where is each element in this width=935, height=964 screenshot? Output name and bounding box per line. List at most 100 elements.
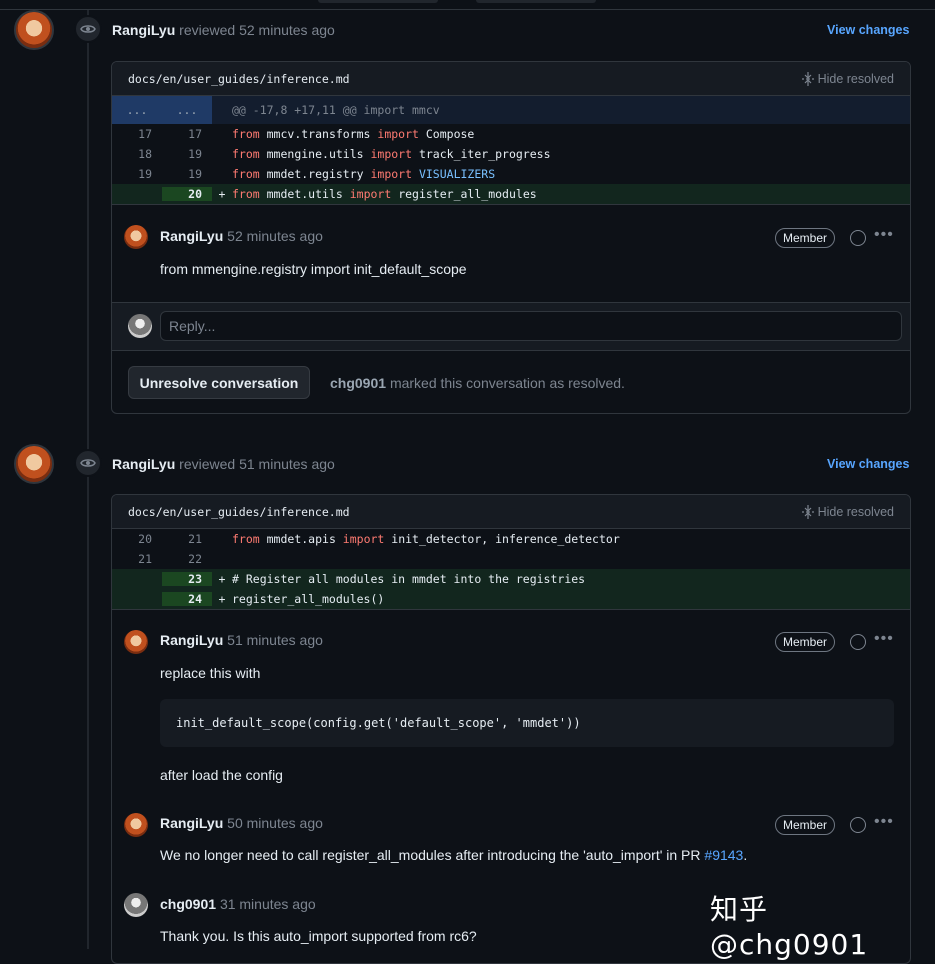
tab-fragment (476, 0, 596, 3)
resolve-row: Unresolve conversation chg0901 marked th… (112, 350, 910, 413)
comment-time[interactable]: 52 minutes ago (227, 228, 323, 244)
diff-line-added: 24 + register_all_modules() (112, 589, 910, 609)
file-path[interactable]: docs/en/user_guides/inference.md (128, 72, 350, 86)
resolved-text: marked this conversation as resolved. (389, 375, 625, 391)
diff-line: 18 19 from mmengine.utils import track_i… (112, 144, 910, 164)
comment-body: after load the config (160, 767, 283, 783)
line-number-old[interactable]: 19 (112, 167, 162, 181)
reviewer-avatar[interactable] (14, 10, 54, 50)
resolved-by-user[interactable]: chg0901 (330, 375, 386, 391)
file-header: docs/en/user_guides/inference.md Hide re… (112, 62, 910, 96)
diff-code: from mmdet.registry import VISUALIZERS (232, 167, 496, 181)
comment-author[interactable]: RangiLyu (160, 228, 223, 244)
line-number-old[interactable]: 20 (112, 532, 162, 546)
code-block: init_default_scope(config.get('default_s… (160, 699, 894, 747)
comment-header: RangiLyu 50 minutes ago (160, 815, 323, 831)
comment-header: RangiLyu 51 minutes ago (160, 632, 323, 648)
view-changes-link[interactable]: View changes (827, 23, 909, 37)
diff-code: from mmdet.apis import init_detector, in… (232, 532, 620, 546)
watermark: 知乎 @chg0901 (710, 893, 869, 961)
diff-code: from mmdet.utils import register_all_mod… (232, 187, 537, 201)
timeline-line (87, 10, 89, 949)
unfold-icon (801, 71, 814, 86)
line-number-new[interactable]: 24 (162, 592, 212, 606)
review-header: RangiLyu reviewed 52 minutes ago (112, 22, 335, 38)
more-options-icon[interactable]: ••• (874, 813, 894, 831)
comment-avatar[interactable] (124, 893, 148, 917)
review-time[interactable]: 52 minutes ago (239, 22, 335, 38)
view-changes-link[interactable]: View changes (827, 457, 909, 471)
line-number-new[interactable]: 17 (162, 127, 212, 141)
comment-time[interactable]: 51 minutes ago (227, 632, 323, 648)
comment-header: chg0901 31 minutes ago (160, 896, 316, 912)
review-thread: docs/en/user_guides/inference.md Hide re… (111, 61, 911, 414)
review-action: reviewed (179, 22, 236, 38)
diff-line: 20 21 from mmdet.apis import init_detect… (112, 529, 910, 549)
diff-marker: + (218, 572, 226, 586)
diff-line: 19 19 from mmdet.registry import VISUALI… (112, 164, 910, 184)
comment-body: replace this with (160, 665, 261, 681)
unfold-icon (801, 504, 814, 519)
comment-time[interactable]: 50 minutes ago (227, 815, 323, 831)
diff-code: # Register all modules in mmdet into the… (232, 572, 586, 586)
line-number-old[interactable]: 21 (112, 552, 162, 566)
line-number-new[interactable]: 19 (162, 147, 212, 161)
hide-resolved-label: Hide resolved (817, 504, 894, 519)
tab-fragment (318, 0, 438, 3)
comment-header: RangiLyu 52 minutes ago (160, 228, 323, 244)
reviewer-avatar[interactable] (14, 444, 54, 484)
pr-link[interactable]: #9143 (704, 847, 743, 863)
comment-author[interactable]: RangiLyu (160, 815, 223, 831)
member-badge: Member (775, 228, 836, 248)
hunk-text: @@ -17,8 +17,11 @@ import mmcv (232, 103, 440, 117)
hunk-right[interactable]: ... (162, 96, 212, 124)
smiley-icon[interactable] (850, 634, 866, 650)
review-comment: RangiLyu 50 minutes ago Member ••• We no… (112, 803, 910, 883)
comment-author[interactable]: chg0901 (160, 896, 216, 912)
diff-code: register_all_modules() (232, 592, 385, 606)
more-options-icon[interactable]: ••• (874, 226, 894, 244)
smiley-icon[interactable] (850, 230, 866, 246)
reviewer-name[interactable]: RangiLyu (112, 456, 175, 472)
diff-line-added: 23 + # Register all modules in mmdet int… (112, 569, 910, 589)
line-number-new[interactable]: 22 (162, 552, 212, 566)
eye-icon (74, 449, 102, 477)
hide-resolved-label: Hide resolved (817, 71, 894, 86)
diff-marker: + (218, 592, 226, 606)
user-avatar (128, 314, 152, 338)
line-number-new[interactable]: 23 (162, 572, 212, 586)
reply-row: Reply... (112, 302, 910, 350)
reply-input[interactable]: Reply... (160, 311, 902, 341)
line-number-old[interactable]: 18 (112, 147, 162, 161)
hide-resolved-button[interactable]: Hide resolved (801, 71, 894, 86)
smiley-icon[interactable] (850, 817, 866, 833)
comment-avatar[interactable] (124, 225, 148, 249)
reviewer-name[interactable]: RangiLyu (112, 22, 175, 38)
comment-body: from mmengine.registry import init_defau… (160, 261, 467, 277)
hunk-left[interactable]: ... (112, 96, 162, 124)
review-header: RangiLyu reviewed 51 minutes ago (112, 456, 335, 472)
comment-avatar[interactable] (124, 630, 148, 654)
review-time[interactable]: 51 minutes ago (239, 456, 335, 472)
top-edge (0, 0, 935, 10)
member-badge: Member (775, 632, 836, 652)
resolved-status: chg0901 marked this conversation as reso… (330, 375, 625, 391)
comment-author[interactable]: RangiLyu (160, 632, 223, 648)
hide-resolved-button[interactable]: Hide resolved (801, 504, 894, 519)
line-number-old[interactable]: 17 (112, 127, 162, 141)
file-path[interactable]: docs/en/user_guides/inference.md (128, 505, 350, 519)
line-number-new[interactable]: 19 (162, 167, 212, 181)
diff-code: from mmengine.utils import track_iter_pr… (232, 147, 551, 161)
line-number-new[interactable]: 20 (162, 187, 212, 201)
diff-line: 17 17 from mmcv.transforms import Compos… (112, 124, 910, 144)
file-header: docs/en/user_guides/inference.md Hide re… (112, 495, 910, 529)
comment-time[interactable]: 31 minutes ago (220, 896, 316, 912)
review-comment: RangiLyu 52 minutes ago Member ••• from … (112, 204, 910, 302)
line-number-new[interactable]: 21 (162, 532, 212, 546)
comment-avatar[interactable] (124, 813, 148, 837)
unresolve-conversation-button[interactable]: Unresolve conversation (128, 366, 310, 399)
diff-hunk-header: ... ... @@ -17,8 +17,11 @@ import mmcv (112, 96, 910, 124)
diff-line: 21 22 (112, 549, 910, 569)
review-comment: RangiLyu 51 minutes ago Member ••• repla… (112, 609, 910, 803)
more-options-icon[interactable]: ••• (874, 630, 894, 648)
